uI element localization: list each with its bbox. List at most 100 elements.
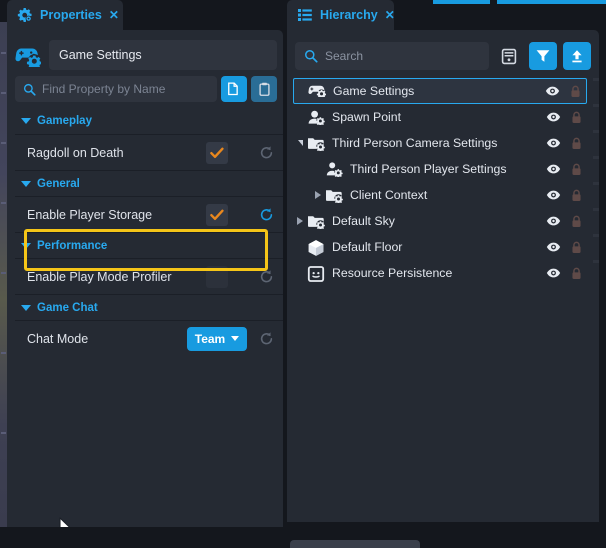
server-icon [501,48,517,65]
visibility-eye-icon [546,267,561,279]
hierarchy-item-label: Resource Persistence [332,266,541,280]
property-reset-button[interactable] [249,207,283,222]
cube-icon [307,239,325,255]
upload-button[interactable] [563,42,591,70]
property-reset-button[interactable] [249,145,283,160]
reset-icon [259,331,274,346]
property-group-gameplay[interactable]: Gameplay [15,108,283,134]
visibility-toggle[interactable] [541,137,565,149]
hierarchy-item-third-person-camera-settings[interactable]: Third Person Camera Settings [293,130,587,156]
property-group-performance[interactable]: Performance [15,232,283,258]
reset-icon [259,269,274,284]
paste-properties-button[interactable] [251,76,277,102]
property-label: Enable Play Mode Profiler [15,270,185,284]
property-row: Enable Player Storage [15,196,283,232]
player-settings-icon [325,161,343,177]
visibility-toggle[interactable] [540,85,564,97]
property-reset-button[interactable] [249,269,283,284]
property-row: Enable Play Mode Profiler [15,258,283,294]
property-label: Chat Mode [15,332,185,346]
book-icon [307,265,325,283]
lock-toggle[interactable] [565,137,587,150]
editor-window: Properties ✕ Game Settings [0,0,606,548]
lock-toggle[interactable] [565,189,587,202]
hierarchy-item-default-sky[interactable]: Default Sky [293,208,587,234]
hierarchy-item-game-settings[interactable]: Game Settings [293,78,587,104]
property-checkbox[interactable] [206,266,228,288]
hierarchy-item-resource-persistence[interactable]: Resource Persistence [293,260,587,286]
lock-toggle[interactable] [565,241,587,254]
close-icon[interactable]: ✕ [109,9,119,21]
visibility-toggle[interactable] [541,215,565,227]
chevron-down-icon [21,181,31,187]
property-dropdown[interactable]: Team [187,327,247,351]
property-list: GameplayRagdoll on Death GeneralEnable P… [15,108,283,356]
folder-settings-icon [307,213,325,229]
hierarchy-item-label: Default Sky [332,214,541,228]
property-label: Enable Player Storage [15,208,185,222]
gear-icon [17,7,33,23]
property-search-input[interactable]: Find Property by Name [15,76,217,102]
filter-button[interactable] [529,42,557,70]
chevron-down-icon[interactable] [293,140,307,146]
tab-properties[interactable]: Properties ✕ [7,0,123,30]
visibility-eye-icon [546,215,561,227]
lock-icon [571,111,582,124]
property-checkbox[interactable] [206,204,228,226]
visibility-toggle[interactable] [541,267,565,279]
hierarchy-item-third-person-player-settings[interactable]: Third Person Player Settings [293,156,587,182]
chevron-right-icon[interactable] [311,191,325,199]
hierarchy-item-client-context[interactable]: Client Context [293,182,587,208]
hierarchy-item-label: Client Context [350,188,541,202]
lock-toggle[interactable] [565,111,587,124]
folder-settings-icon [307,213,325,229]
properties-object-name[interactable]: Game Settings [49,40,277,70]
hierarchy-item-spawn-point[interactable]: Spawn Point [293,104,587,130]
property-row: Chat Mode Team [15,320,283,356]
server-button[interactable] [495,42,523,70]
upload-icon [569,48,585,64]
hierarchy-search-input[interactable]: Search [295,42,489,70]
tab-hierarchy[interactable]: Hierarchy ✕ [287,0,394,30]
folder-settings-icon [307,135,325,151]
visibility-toggle[interactable] [541,189,565,201]
visibility-toggle[interactable] [541,111,565,123]
chevron-down-icon [21,118,31,124]
tab-properties-label: Properties [40,8,102,22]
visibility-eye-icon [546,111,561,123]
lock-toggle[interactable] [565,267,587,280]
lock-toggle[interactable] [565,215,587,228]
copy-properties-button[interactable] [221,76,247,102]
visibility-toggle[interactable] [541,241,565,253]
offscreen-toolbar-strip-right [497,0,606,4]
lock-icon [571,241,582,254]
reset-icon [259,207,274,222]
chevron-down-icon [231,336,239,341]
search-icon [23,83,36,96]
properties-search-row: Find Property by Name [15,76,277,102]
hierarchy-item-default-floor[interactable]: Default Floor [293,234,587,260]
cube-icon [307,239,325,257]
property-group-game-chat[interactable]: Game Chat [15,294,283,320]
lock-toggle[interactable] [564,85,586,98]
folder-settings-icon [325,187,343,203]
lock-icon [571,189,582,202]
lock-toggle[interactable] [565,163,587,176]
chevron-right-icon[interactable] [293,217,307,225]
spawn-point-icon [307,109,325,125]
visibility-toggle[interactable] [541,163,565,175]
hierarchy-item-label: Game Settings [333,84,540,98]
property-group-general[interactable]: General [15,170,283,196]
hierarchy-tree: Game Settings Spawn Point Third Person C… [293,78,587,286]
lock-icon [571,215,582,228]
property-reset-button[interactable] [249,331,283,346]
property-dropdown-value: Team [195,332,225,346]
hierarchy-scrollbar[interactable] [593,78,599,308]
properties-object-header: Game Settings [15,40,277,70]
close-icon[interactable]: ✕ [385,9,395,21]
background-viewport-sliver [0,22,7,527]
property-checkbox[interactable] [206,142,228,164]
tab-hierarchy-label: Hierarchy [320,8,378,22]
book-icon [307,265,325,281]
folder-settings-icon [307,135,325,151]
